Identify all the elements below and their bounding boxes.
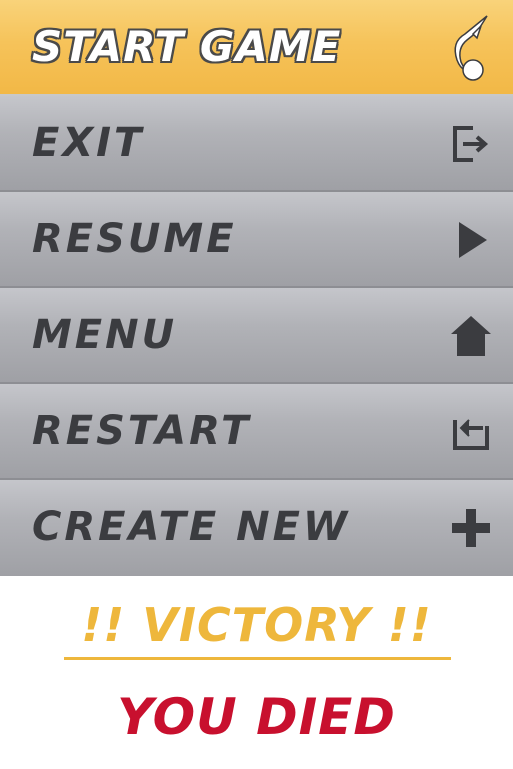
home-icon [449, 314, 493, 358]
resume-button[interactable]: RESUME [0, 192, 513, 288]
you-died-message: YOU DIED [117, 688, 396, 746]
menu-label: MENU [32, 312, 178, 358]
exit-button[interactable]: EXIT [0, 96, 513, 192]
restart-label: RESTART [32, 408, 252, 454]
game-menu: START GAME EXIT RESUME MENU RESTART CREA… [0, 0, 513, 576]
resume-label: RESUME [32, 216, 237, 262]
victory-message: !! VICTORY !! [81, 598, 432, 652]
play-icon [449, 218, 493, 262]
create-new-label: CREATE NEW [32, 504, 351, 550]
exit-icon [449, 122, 493, 166]
start-game-label: START GAME [32, 22, 342, 71]
restart-icon [449, 410, 493, 454]
paint-splash-icon [443, 12, 491, 84]
victory-underline [64, 657, 451, 660]
start-game-button[interactable]: START GAME [0, 0, 513, 96]
create-new-button[interactable]: CREATE NEW [0, 480, 513, 576]
plus-icon [449, 506, 493, 550]
restart-button[interactable]: RESTART [0, 384, 513, 480]
menu-button[interactable]: MENU [0, 288, 513, 384]
exit-label: EXIT [32, 120, 145, 166]
